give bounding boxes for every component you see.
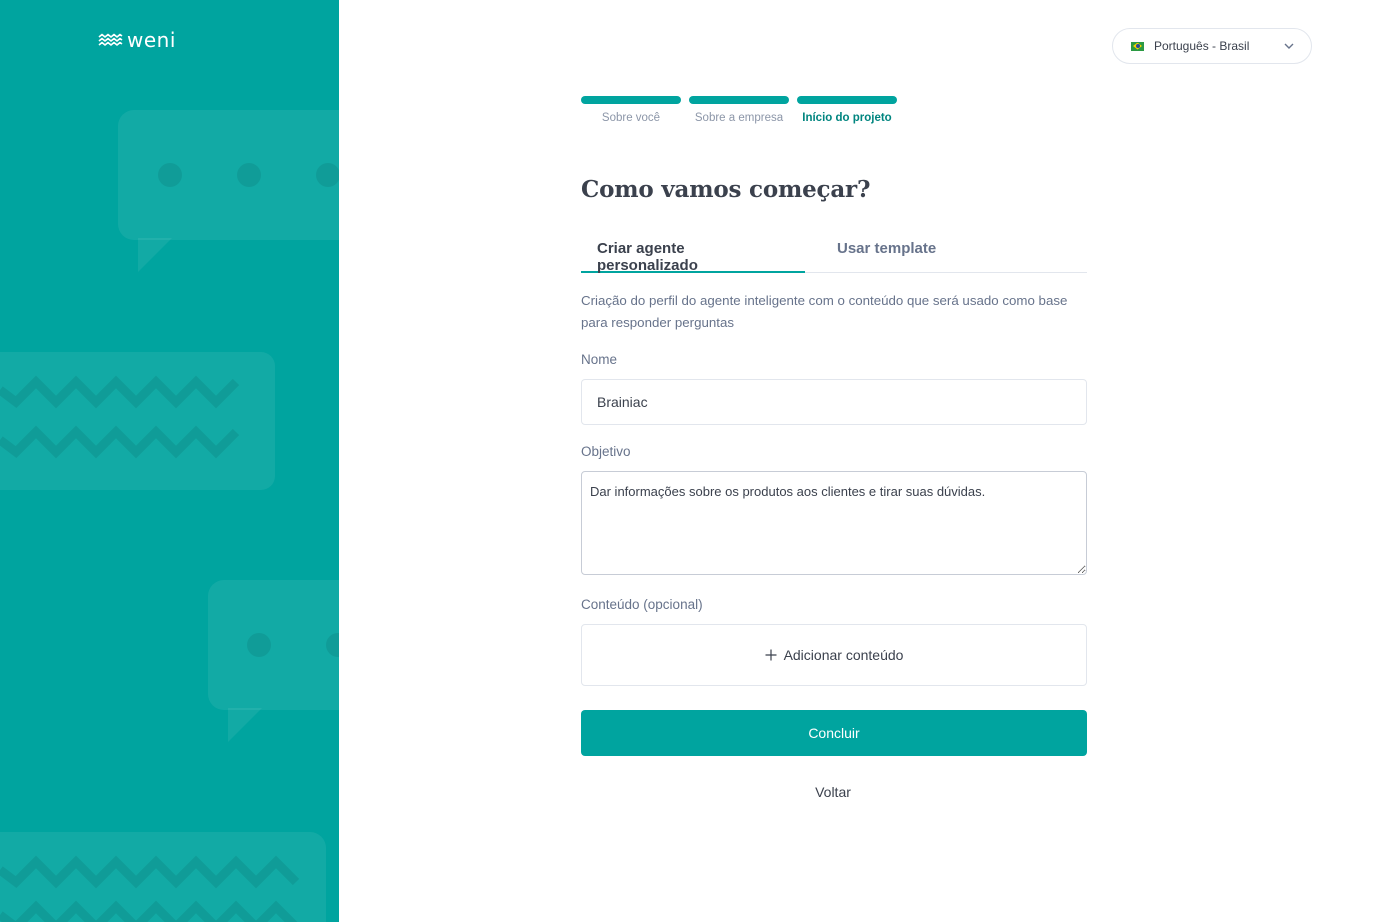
back-button[interactable]: Voltar [781,780,885,804]
name-field-label: Nome [581,352,618,367]
step-progress-bar [689,96,789,104]
weni-logo: weni [98,28,176,52]
tab-description: Criação do perfil do agente inteligente … [581,293,1068,330]
step-label: Sobre a empresa [694,112,784,124]
step-progress-bar [797,96,897,104]
page-title: Como vamos começar? [581,176,871,203]
add-content-label: Adicionar conteúdo [783,647,904,663]
wave-logo-icon [98,33,123,46]
step-about-company: Sobre a empresa [689,96,789,124]
onboarding-stepper: Sobre você Sobre a empresa Início do pro… [581,96,897,124]
language-selector[interactable]: Português - Brasil [1112,28,1312,64]
agent-mode-tabs: Criar agente personalizado Usar template [581,240,1087,274]
language-label: Português - Brasil [1154,39,1250,53]
step-project-start: Início do projeto [797,96,897,124]
goal-field-label: Objetivo [581,444,631,459]
step-label: Início do projeto [802,112,892,124]
decorative-chat-bubbles [0,110,339,922]
logo-text: weni [127,28,176,52]
content-field-label: Conteúdo (opcional) [581,597,703,612]
tab-use-template[interactable]: Usar template [805,240,952,273]
name-input[interactable] [581,379,1087,425]
step-about-you: Sobre você [581,96,681,124]
brazil-flag-icon [1131,41,1144,51]
chevron-down-icon [1284,43,1294,49]
add-content-button[interactable]: Adicionar conteúdo [581,624,1087,686]
step-label: Sobre você [601,112,661,124]
brand-side-panel: weni [0,0,339,922]
step-progress-bar [581,96,681,104]
submit-button[interactable]: Concluir [581,710,1087,756]
goal-textarea[interactable]: Dar informações sobre os produtos aos cl… [581,471,1087,575]
tab-create-custom-agent[interactable]: Criar agente personalizado [581,240,805,274]
plus-icon [765,649,777,661]
